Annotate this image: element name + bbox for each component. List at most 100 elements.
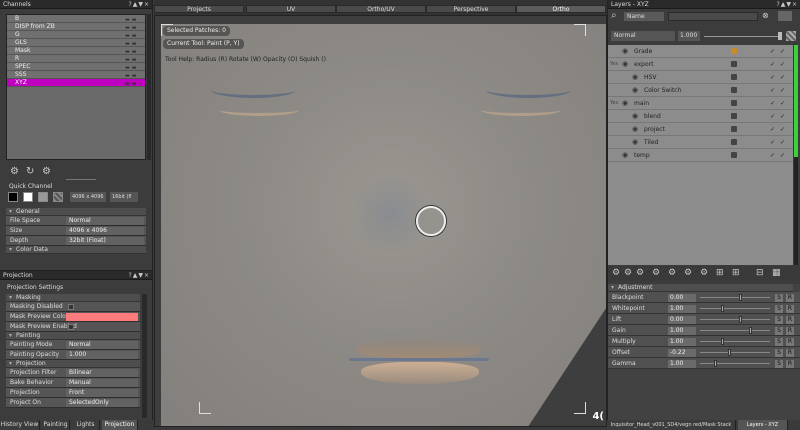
checker-toggle[interactable] xyxy=(786,31,796,41)
add-filter-icon[interactable]: ⚙ xyxy=(652,268,660,278)
mask-toggle-icon[interactable]: ✓ xyxy=(780,149,785,162)
channel-visibility-icons[interactable]: ▬▬ xyxy=(125,24,143,31)
mask-toggle-icon[interactable]: ✓ xyxy=(780,110,785,123)
adjustment-value[interactable]: 0.00 xyxy=(668,316,696,324)
blend-mode-select[interactable]: Normal xyxy=(611,31,675,41)
property-value[interactable]: Normal xyxy=(66,217,144,225)
lock-icon[interactable]: ✓ xyxy=(770,149,775,162)
painting-section[interactable]: Painting xyxy=(6,332,140,340)
merge-icon[interactable]: ⊞ xyxy=(716,268,724,278)
adjustment-slider-knob[interactable] xyxy=(714,360,717,367)
r-button[interactable]: R xyxy=(786,316,794,324)
s-button[interactable]: S xyxy=(775,349,783,357)
opacity-field[interactable]: 1.000 xyxy=(678,31,700,41)
mask-toggle-icon[interactable]: ✓ xyxy=(780,97,785,110)
eye-icon[interactable]: ◉ xyxy=(632,123,638,136)
s-button[interactable]: S xyxy=(775,305,783,313)
channel-visibility-icons[interactable]: ▬▬ xyxy=(125,48,143,55)
view-tab[interactable]: Ortho/UV xyxy=(336,5,426,13)
r-button[interactable]: R xyxy=(786,349,794,357)
s-button[interactable]: S xyxy=(775,316,783,324)
lock-icon[interactable]: ✓ xyxy=(770,84,775,97)
layer-options-icon[interactable]: ▦ xyxy=(772,268,781,278)
duplicate-icon[interactable]: ⊞ xyxy=(732,268,740,278)
channel-item[interactable]: B ▬▬ xyxy=(7,15,145,23)
add-group-icon[interactable]: ⚙ xyxy=(668,268,676,278)
mask-toggle-icon[interactable]: ✓ xyxy=(780,58,785,71)
lock-icon[interactable]: ✓ xyxy=(770,136,775,149)
general-section[interactable]: General xyxy=(6,208,146,216)
property-value[interactable]: 32bit (Float) xyxy=(66,237,144,245)
channel-visibility-icons[interactable]: ▬▬ xyxy=(125,16,143,23)
adjustment-slider[interactable] xyxy=(700,341,770,342)
adjustment-slider[interactable] xyxy=(700,319,770,320)
channel-item[interactable]: Mask ▬▬ xyxy=(7,47,145,55)
channel-item[interactable]: SPEC ▬▬ xyxy=(7,63,145,71)
channel-item[interactable]: SSS ▬▬ xyxy=(7,71,145,79)
bottom-tab[interactable]: Projection xyxy=(102,420,138,430)
lock-icon[interactable]: ✓ xyxy=(770,58,775,71)
channel-list-scrollbar[interactable] xyxy=(147,14,151,160)
eye-icon[interactable]: ◉ xyxy=(622,97,628,110)
bottom-tab[interactable]: Inquisitor_Head_v001_SD4/vegn red/Mask S… xyxy=(607,420,736,430)
adjustment-value[interactable]: 1.00 xyxy=(668,360,696,368)
adjustment-slider-knob[interactable] xyxy=(739,294,742,301)
adjustment-slider-knob[interactable] xyxy=(721,305,724,312)
layer-item[interactable]: Yes ◉ main ✓ ✓ xyxy=(608,97,793,110)
adjustment-value[interactable]: 1.00 xyxy=(668,305,696,313)
property-value[interactable]: 1.000 xyxy=(66,351,138,359)
r-button[interactable]: R xyxy=(786,338,794,346)
s-button[interactable]: S xyxy=(775,338,783,346)
view-tab[interactable]: Ortho xyxy=(516,5,606,13)
eye-icon[interactable]: ◉ xyxy=(622,45,628,58)
lock-icon[interactable]: ✓ xyxy=(770,97,775,110)
opacity-slider[interactable] xyxy=(704,36,780,37)
channel-item[interactable]: R ▬▬ xyxy=(7,55,145,63)
size-select[interactable]: 4096 x 4096 xyxy=(70,192,106,202)
r-button[interactable]: R xyxy=(786,294,794,302)
r-button[interactable]: R xyxy=(786,360,794,368)
r-button[interactable]: R xyxy=(786,327,794,335)
channel-visibility-icons[interactable]: ▬▬ xyxy=(125,40,143,47)
projection-window-buttons[interactable]: ?▲▼× xyxy=(129,271,150,280)
adjustment-slider[interactable] xyxy=(700,352,770,353)
channel-visibility-icons[interactable]: ▬▬ xyxy=(125,56,143,63)
masking-section[interactable]: Masking xyxy=(6,294,140,302)
eye-icon[interactable]: ◉ xyxy=(632,84,638,97)
mask-color-swatch[interactable] xyxy=(66,313,138,321)
adjustment-slider-knob[interactable] xyxy=(739,316,742,323)
lock-icon[interactable]: ✓ xyxy=(770,45,775,58)
search-input[interactable] xyxy=(668,12,758,21)
bottom-tab[interactable]: History View xyxy=(0,420,40,430)
splitter-handle[interactable] xyxy=(66,179,96,180)
channel-visibility-icons[interactable]: ▬▬ xyxy=(125,72,143,79)
clear-search-icon[interactable]: ⊗ xyxy=(762,11,769,20)
adjustment-slider-knob[interactable] xyxy=(721,338,724,345)
eye-icon[interactable]: ◉ xyxy=(622,149,628,162)
property-value[interactable]: Front xyxy=(66,389,138,397)
view-tab[interactable]: Projects xyxy=(154,5,244,13)
projection-section[interactable]: Projection xyxy=(6,360,140,368)
property-value[interactable]: 4096 x 4096 xyxy=(66,227,144,235)
layer-item[interactable]: ◉ HSV ✓ ✓ xyxy=(608,71,793,84)
mask-toggle-icon[interactable]: ✓ xyxy=(780,71,785,84)
lock-icon[interactable]: ✓ xyxy=(770,123,775,136)
channel-visibility-icons[interactable]: ▬▬ xyxy=(125,64,143,71)
adjustment-slider[interactable] xyxy=(700,330,770,331)
delete-layer-icon[interactable]: ⊟ xyxy=(756,268,764,278)
checkbox[interactable] xyxy=(68,304,74,310)
property-value[interactable]: Manual xyxy=(66,379,138,387)
gray-swatch[interactable] xyxy=(38,192,48,202)
channel-item[interactable]: DISP from ZB ▬▬ xyxy=(7,23,145,31)
adjustment-slider-knob[interactable] xyxy=(728,349,731,356)
add-shader-icon[interactable]: ⚙ xyxy=(700,268,708,278)
adjustment-value[interactable]: 1.00 xyxy=(668,338,696,346)
mask-toggle-icon[interactable]: ✓ xyxy=(780,84,785,97)
adjustment-value[interactable]: 1.00 xyxy=(668,327,696,335)
search-mode-select[interactable]: Name xyxy=(624,12,664,21)
adjustment-value[interactable]: -0.22 xyxy=(668,349,696,357)
gear-icon[interactable]: ⚙ xyxy=(42,166,51,177)
eye-icon[interactable]: ◉ xyxy=(632,110,638,123)
s-button[interactable]: S xyxy=(775,327,783,335)
black-swatch[interactable] xyxy=(8,192,18,202)
